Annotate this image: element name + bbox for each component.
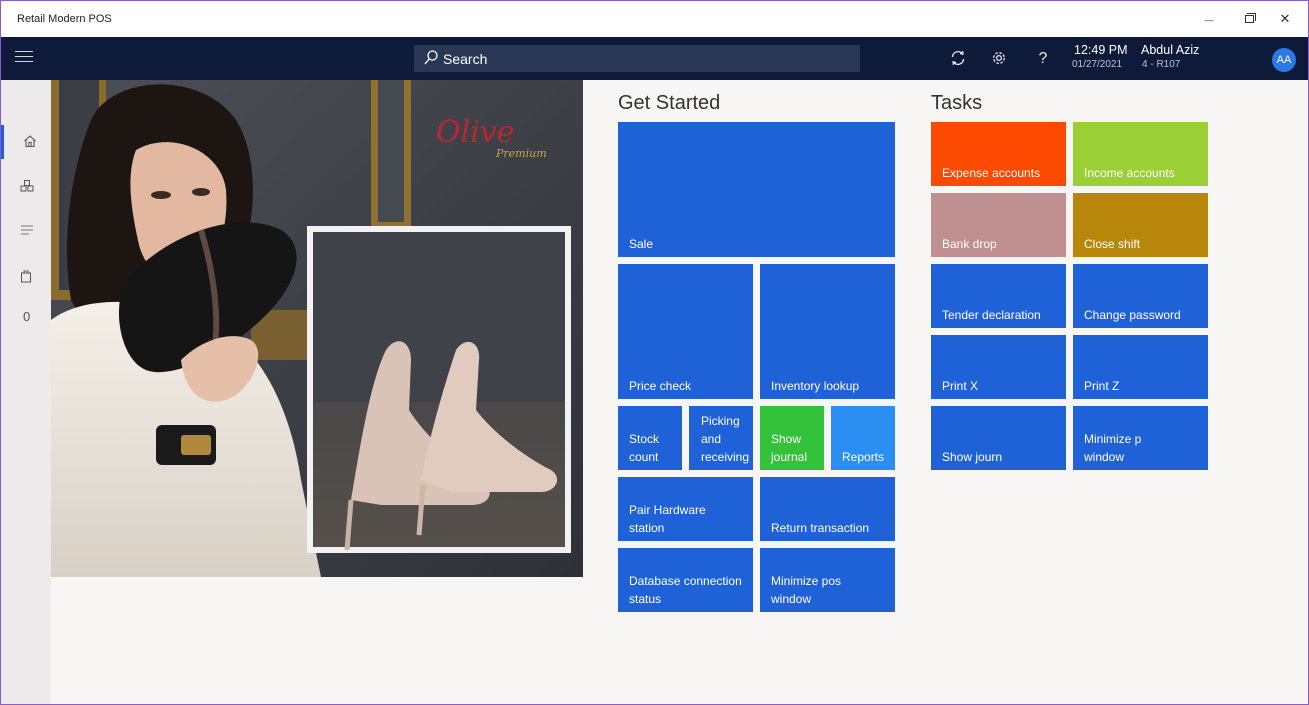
- tile-print-x[interactable]: Print X: [931, 335, 1066, 399]
- tile-label: Minimize pos window: [771, 574, 842, 606]
- tile-label: Tender declaration: [942, 308, 1041, 322]
- register-id: 4 - R107: [1142, 59, 1181, 70]
- tile-label: Stock count: [629, 432, 660, 464]
- user-avatar[interactable]: AA: [1272, 48, 1296, 72]
- tile-show-journal-task[interactable]: Show journ: [931, 406, 1066, 470]
- brand-logo-text: Olive: [436, 115, 515, 150]
- tile-label: Database connection status: [629, 574, 742, 606]
- tile-label: Pair Hardware station: [629, 503, 706, 535]
- tile-label: Inventory lookup: [771, 379, 860, 393]
- get-started-title: Get Started: [618, 92, 721, 114]
- app-header: Search ? 12:49 PM 01/27/2021 Abdul Aziz …: [1, 37, 1308, 80]
- restore-icon: [1244, 13, 1256, 23]
- close-icon: ✕: [1279, 11, 1291, 26]
- tile-minimize-window-task[interactable]: Minimize p window: [1073, 406, 1208, 470]
- cart-icon: [21, 270, 31, 283]
- tile-return-transaction[interactable]: Return transaction: [760, 477, 895, 541]
- tile-income-accounts[interactable]: Income accounts: [1073, 122, 1208, 186]
- nav-cart[interactable]: [1, 260, 51, 294]
- tile-label: Minimize p window: [1084, 432, 1142, 464]
- tile-sale[interactable]: Sale: [618, 122, 895, 257]
- left-nav-rail: 0: [1, 80, 51, 704]
- nav-products[interactable]: [1, 170, 51, 204]
- tile-reports[interactable]: Reports: [831, 406, 895, 470]
- tile-stock-count[interactable]: Stock count: [618, 406, 682, 470]
- pos-window: Retail Modern POS — ✕ Search ? 12:49 PM …: [0, 0, 1309, 705]
- tile-label: Close shift: [1084, 237, 1141, 251]
- tile-print-z[interactable]: Print Z: [1073, 335, 1208, 399]
- brand-logo-subtext: Premium: [495, 147, 547, 160]
- tile-label: Show journ: [942, 450, 1003, 464]
- user-name[interactable]: Abdul Aziz: [1141, 43, 1199, 57]
- tile-label: Reports: [842, 450, 885, 464]
- tile-database-connection-status[interactable]: Database connection status: [618, 548, 753, 612]
- tile-pair-hardware-station[interactable]: Pair Hardware station: [618, 477, 753, 541]
- list-icon: [21, 225, 33, 235]
- tile-show-journal[interactable]: Show journal: [760, 406, 824, 470]
- tile-label: Change password: [1084, 308, 1181, 322]
- tile-label: Print Z: [1084, 379, 1120, 393]
- promo-image: Olive Premium: [51, 80, 583, 577]
- minimize-icon: —: [1204, 15, 1214, 25]
- app-title: Retail Modern POS: [17, 13, 112, 25]
- tile-change-password[interactable]: Change password: [1073, 264, 1208, 328]
- menu-icon[interactable]: [15, 51, 33, 65]
- nav-list[interactable]: [1, 215, 51, 249]
- search-icon: [424, 50, 438, 65]
- tile-label: Bank drop: [942, 237, 997, 251]
- tile-label: Income accounts: [1084, 166, 1175, 180]
- clock-time: 12:49 PM: [1074, 43, 1128, 57]
- help-icon[interactable]: ?: [1033, 49, 1053, 69]
- tile-close-shift[interactable]: Close shift: [1073, 193, 1208, 257]
- tile-label: Show journal: [771, 432, 808, 464]
- cart-count: 0: [23, 309, 31, 324]
- tile-label: Print X: [942, 379, 979, 393]
- tile-label: Expense accounts: [942, 166, 1041, 180]
- tile-price-check[interactable]: Price check: [618, 264, 753, 399]
- tile-bank-drop[interactable]: Bank drop: [931, 193, 1066, 257]
- tile-inventory-lookup[interactable]: Inventory lookup: [760, 264, 895, 399]
- refresh-icon[interactable]: [948, 49, 968, 69]
- products-icon: [20, 180, 34, 192]
- tile-tender-declaration[interactable]: Tender declaration: [931, 264, 1066, 328]
- search-placeholder: Search: [443, 51, 488, 67]
- tile-expense-accounts[interactable]: Expense accounts: [931, 122, 1066, 186]
- tile-picking-receiving[interactable]: Picking and receiving: [689, 406, 753, 470]
- tile-label: Sale: [629, 237, 654, 251]
- title-bar: Retail Modern POS — ✕: [1, 1, 1308, 37]
- tile-label: Picking and receiving: [700, 414, 749, 464]
- tile-label: Return transaction: [771, 521, 870, 535]
- settings-gear-icon[interactable]: [989, 49, 1009, 69]
- clock-date: 01/27/2021: [1072, 59, 1123, 70]
- nav-home[interactable]: [1, 125, 51, 159]
- minimize-button[interactable]: —: [1199, 9, 1219, 29]
- tile-label: Price check: [629, 379, 692, 393]
- tile-minimize-pos-window[interactable]: Minimize pos window: [760, 548, 895, 612]
- restore-button[interactable]: [1239, 9, 1259, 29]
- search-box[interactable]: Search: [414, 45, 860, 72]
- close-button[interactable]: ✕: [1275, 9, 1295, 29]
- home-icon: [24, 135, 36, 148]
- tasks-title: Tasks: [931, 92, 983, 114]
